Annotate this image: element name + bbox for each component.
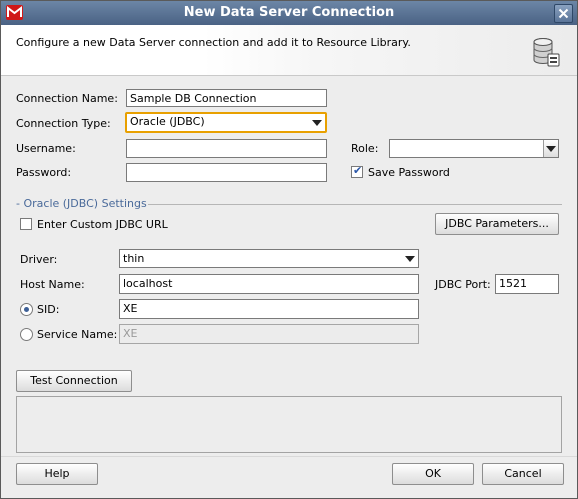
header-description: Configure a new Data Server connection a… [16, 36, 411, 49]
driver-label: Driver: [20, 253, 58, 266]
test-result-area [16, 396, 562, 453]
connection-type-select[interactable]: Oracle (JDBC) [125, 112, 327, 133]
role-label: Role: [351, 142, 379, 155]
connection-name-label: Connection Name: [16, 92, 118, 105]
connection-type-value: Oracle (JDBC) [130, 115, 205, 128]
sid-input[interactable]: XE [119, 299, 419, 319]
dialog-header: Configure a new Data Server connection a… [1, 25, 577, 76]
service-name-input: XE [119, 324, 419, 344]
driver-select[interactable]: thin [119, 249, 419, 268]
test-connection-button[interactable]: Test Connection [16, 370, 132, 392]
jdbc-parameters-button[interactable]: JDBC Parameters... [435, 213, 559, 235]
connection-type-label: Connection Type: [16, 117, 111, 130]
host-name-input[interactable]: localhost [119, 274, 419, 294]
title-bar[interactable]: New Data Server Connection [1, 1, 577, 25]
sid-radio[interactable] [20, 303, 33, 316]
save-password-label: Save Password [368, 166, 450, 179]
connection-name-input[interactable]: Sample DB Connection [126, 89, 327, 107]
footer-divider [1, 456, 577, 457]
driver-value: thin [123, 252, 145, 265]
help-button[interactable]: Help [16, 463, 98, 485]
dialog-window: New Data Server Connection Configure a n… [0, 0, 578, 499]
jdbc-port-label: JDBC Port: [435, 278, 491, 291]
section-title: - Oracle (JDBC) Settings [16, 197, 147, 210]
password-input[interactable] [126, 163, 327, 182]
radio-dot-icon [24, 307, 29, 312]
host-name-label: Host Name: [20, 278, 85, 291]
service-name-radio[interactable] [20, 328, 33, 341]
database-icon [531, 36, 561, 68]
role-dropdown-button[interactable] [543, 140, 558, 157]
service-name-label: Service Name: [37, 328, 118, 341]
custom-url-label: Enter Custom JDBC URL [37, 218, 168, 231]
username-label: Username: [16, 142, 76, 155]
role-select[interactable] [389, 139, 559, 158]
section-title-text: Oracle (JDBC) Settings [23, 197, 147, 210]
save-password-checkbox[interactable]: ✔ [351, 164, 363, 178]
ok-button[interactable]: OK [392, 463, 474, 485]
username-input[interactable] [126, 139, 327, 158]
chevron-down-icon [546, 146, 556, 152]
close-icon[interactable] [554, 4, 573, 23]
checkmark-icon: ✔ [353, 164, 363, 177]
jdbc-port-input[interactable]: 1521 [495, 274, 559, 294]
window-title: New Data Server Connection [183, 5, 395, 20]
password-label: Password: [16, 166, 72, 179]
sid-label: SID: [37, 303, 60, 316]
cancel-button[interactable]: Cancel [482, 463, 564, 485]
section-divider [148, 204, 562, 205]
chevron-down-icon [312, 120, 322, 126]
custom-url-checkbox[interactable] [20, 218, 32, 230]
chevron-down-icon [405, 256, 415, 262]
